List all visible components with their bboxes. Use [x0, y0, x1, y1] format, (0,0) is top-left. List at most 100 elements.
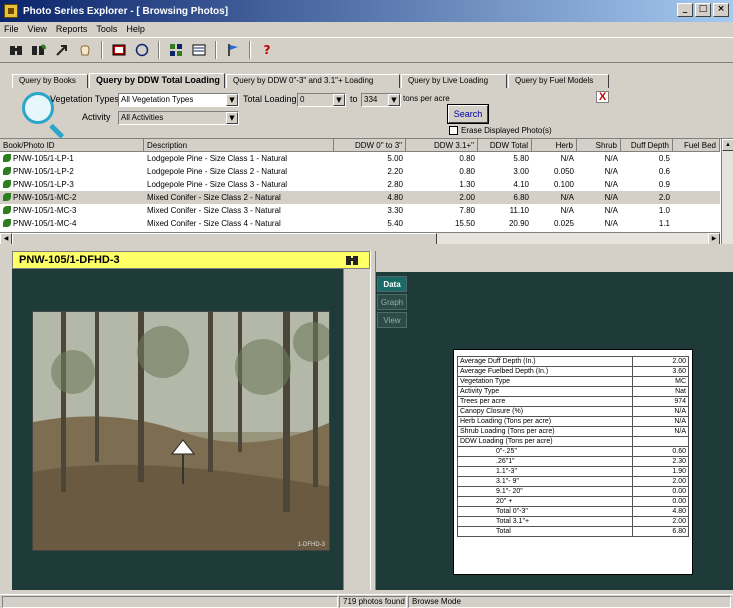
menu-view[interactable]: View — [28, 24, 47, 34]
tab-graph[interactable]: Graph — [377, 294, 407, 310]
data-row: .26"1" 2.30 — [457, 456, 689, 467]
list-icon[interactable] — [189, 40, 209, 60]
tab-query-by-live-loading[interactable]: Query by Live Loading — [401, 74, 507, 88]
row-ddw-total: 3.00 — [513, 167, 529, 176]
row-ddw-31: 15.50 — [454, 219, 475, 228]
minimize-button[interactable]: _ — [677, 3, 693, 17]
activity-select[interactable]: All Activities ▼ — [118, 111, 239, 125]
vegetation-types-select[interactable]: All Vegetation Types ▼ — [118, 93, 239, 107]
data-label: Total — [457, 526, 633, 537]
tab-query-by-ddw-split[interactable]: Query by DDW 0"-3" and 3.1"+ Loading — [226, 74, 400, 88]
binoculars-icon[interactable] — [6, 40, 26, 60]
arrow-icon[interactable] — [52, 40, 72, 60]
col-ddw-total[interactable]: DDW Total — [478, 139, 532, 152]
close-query-button[interactable]: X — [596, 91, 609, 103]
hand-icon[interactable] — [75, 40, 95, 60]
row-ddw-total: 5.80 — [513, 154, 529, 163]
menu-help[interactable]: Help — [126, 24, 145, 34]
scroll-right-icon[interactable]: ▶ — [708, 233, 720, 244]
row-shrub: N/A — [604, 154, 618, 163]
col-shrub[interactable]: Shrub — [577, 139, 621, 152]
leaf-icon — [3, 180, 11, 188]
col-fuel-bed[interactable]: Fuel Bed — [673, 139, 720, 152]
row-ddw-0-3: 3.30 — [387, 206, 403, 215]
row-herb: 0.100 — [553, 180, 574, 189]
erase-photos-checkbox[interactable]: Erase Displayed Photo(s) — [449, 126, 552, 135]
col-description[interactable]: Description — [144, 139, 334, 152]
grid-icon[interactable] — [166, 40, 186, 60]
data-row: Canopy Closure (%) N/A — [457, 406, 689, 417]
col-ddw-31[interactable]: DDW 3.1+" — [406, 139, 478, 152]
status-bar: 719 photos found Browse Mode — [0, 594, 733, 608]
activity-value: All Activities — [121, 113, 164, 122]
table-row[interactable]: PNW-105/1-LP-2 Lodgepole Pine - Size Cla… — [0, 165, 720, 178]
data-row: 9.1"- 20" 0.00 — [457, 486, 689, 497]
photo-gutter — [343, 269, 370, 590]
chevron-down-icon[interactable]: ▼ — [226, 94, 238, 106]
col-photo-id[interactable]: Book/Photo ID — [0, 139, 144, 152]
row-ddw-31: 2.00 — [459, 193, 475, 202]
row-duff: 1.1 — [658, 219, 670, 228]
data-row: 0"-.25" 0.60 — [457, 446, 689, 457]
tab-data[interactable]: Data — [377, 276, 407, 292]
view-side-tabs: Data Graph View — [376, 272, 409, 590]
row-photo-id: PNW-105/1-LP-2 — [0, 165, 144, 178]
chevron-down-icon[interactable]: ▼ — [388, 94, 400, 106]
table-row[interactable]: PNW-105/1-MC-3 Mixed Conifer - Size Clas… — [0, 204, 720, 217]
row-ddw-31: 0.80 — [459, 167, 475, 176]
photo-icon[interactable] — [109, 40, 129, 60]
data-row: Average Duff Depth (In.) 2.00 — [457, 356, 689, 367]
scroll-thumb[interactable] — [12, 233, 437, 244]
col-herb[interactable]: Herb — [532, 139, 577, 152]
row-id-text: PNW-105/1-LP-1 — [13, 154, 74, 163]
data-label: Average Duff Depth (In.) — [457, 356, 633, 367]
menu-reports[interactable]: Reports — [56, 24, 88, 34]
tab-query-by-fuel-models[interactable]: Query by Fuel Models — [508, 74, 609, 88]
globe-icon[interactable] — [132, 40, 152, 60]
chevron-down-icon[interactable]: ▼ — [333, 94, 345, 106]
tab-query-by-books[interactable]: Query by Books — [12, 74, 88, 88]
window-title: Photo Series Explorer - [ Browsing Photo… — [23, 5, 229, 17]
loading-max-select[interactable]: 334 ▼ — [361, 93, 401, 107]
flag-icon[interactable] — [223, 40, 243, 60]
loading-min-select[interactable]: 0 ▼ — [297, 93, 346, 107]
menu-tools[interactable]: Tools — [96, 24, 117, 34]
data-row: Total 0"-3" 4.80 — [457, 506, 689, 517]
scroll-up-icon[interactable]: ▲ — [722, 139, 733, 151]
table-row[interactable]: PNW-105/1-LP-3 Lodgepole Pine - Size Cla… — [0, 178, 720, 191]
leaf-icon — [3, 154, 11, 162]
data-row: Trees per acre 974 — [457, 396, 689, 407]
leaf-icon — [3, 193, 11, 201]
row-ddw-31: 7.80 — [459, 206, 475, 215]
data-row: Vegetation Type MC — [457, 376, 689, 387]
binoculars-leaf-icon[interactable] — [29, 40, 49, 60]
row-shrub: N/A — [604, 180, 618, 189]
col-duff-depth[interactable]: Duff Depth — [621, 139, 673, 152]
table-row-selected[interactable]: PNW-105/1-MC-2 Mixed Conifer - Size Clas… — [0, 191, 720, 204]
tab-view[interactable]: View — [377, 312, 407, 328]
col-ddw-0-3[interactable]: DDW 0" to 3" — [334, 139, 406, 152]
grid-vertical-scrollbar[interactable]: ▲ — [721, 139, 733, 244]
table-row[interactable]: PNW-105/1-MC-4 Mixed Conifer - Size Clas… — [0, 217, 720, 230]
status-panel-empty — [2, 596, 338, 608]
maximize-button[interactable]: □ — [695, 3, 711, 17]
scroll-left-icon[interactable]: ◀ — [0, 233, 12, 244]
checkbox-box[interactable] — [449, 126, 458, 135]
grid-horizontal-scrollbar[interactable]: ◀ ▶ — [0, 232, 720, 244]
row-duff: 2.0 — [658, 193, 670, 202]
close-window-button[interactable]: × — [713, 3, 729, 17]
menu-file[interactable]: File — [4, 24, 19, 34]
table-row[interactable]: PNW-105/1-LP-1 Lodgepole Pine - Size Cla… — [0, 152, 720, 165]
chevron-down-icon[interactable]: ▼ — [226, 112, 238, 124]
row-id-text: PNW-105/1-LP-3 — [13, 180, 74, 189]
data-label: 3.1"- 9" — [457, 476, 633, 487]
data-value: 0.00 — [632, 486, 689, 497]
tab-query-by-ddw-total[interactable]: Query by DDW Total Loading — [89, 73, 225, 88]
right-pane-header — [376, 251, 733, 272]
binoculars-icon[interactable] — [345, 254, 359, 269]
vegetation-types-label: Vegetation Types — [50, 94, 119, 104]
data-value: Nat — [632, 386, 689, 397]
search-button[interactable]: Search — [447, 104, 489, 124]
help-icon[interactable]: ? — [257, 40, 277, 60]
forest-photo[interactable]: 1-DFHD-3 — [32, 311, 330, 551]
